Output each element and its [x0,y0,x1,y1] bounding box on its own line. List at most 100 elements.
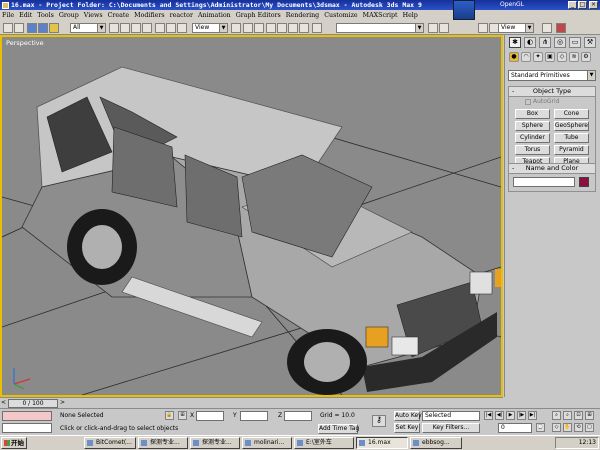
maxscript-input[interactable] [2,423,52,433]
sphere-button[interactable]: Sphere [515,121,550,131]
create-tab-icon[interactable]: ✱ [509,37,521,48]
object-color-swatch[interactable] [579,177,589,187]
key-selection-dropdown[interactable]: Selected [422,411,480,421]
name-and-color-header[interactable]: - Name and Color [509,164,595,174]
maxscript-listener-mini[interactable] [2,411,52,421]
systems-icon[interactable]: ⚙ [581,52,591,62]
select-and-link-icon[interactable] [27,23,37,33]
render-view-dropdown[interactable]: View ▼ [498,23,534,33]
hierarchy-tab-icon[interactable]: ⋔ [539,37,551,48]
geosphere-button[interactable]: GeoSphere [553,121,589,131]
select-manipulate-icon[interactable] [243,23,253,33]
taskbar-item-molinari[interactable]: molinari... [242,437,292,449]
layer-manager-icon[interactable] [478,23,488,33]
display-tab-icon[interactable]: ▭ [569,37,581,48]
time-prev-arrow-icon[interactable]: < [0,399,7,408]
torus-button[interactable]: Torus [515,145,550,155]
reference-coordinate-dropdown[interactable]: View ▼ [192,23,228,33]
mirror-icon[interactable] [428,23,438,33]
space-warps-icon[interactable]: ≋ [569,52,579,62]
autogrid-checkbox[interactable]: AutoGrid [509,97,595,107]
percent-snap-icon[interactable] [288,23,298,33]
z-coordinate-field[interactable] [284,411,312,421]
cameras-icon[interactable]: ▣ [545,52,555,62]
lights-icon[interactable]: ✦ [533,52,543,62]
bind-space-warp-icon[interactable] [49,23,59,33]
snaps-toggle-icon[interactable] [266,23,276,33]
edit-named-selections-icon[interactable] [312,23,322,33]
select-and-move-icon[interactable] [155,23,165,33]
time-configuration-icon[interactable]: ⌚ [536,423,545,432]
current-frame-field[interactable]: 0 [498,423,532,433]
menu-edit[interactable]: Edit [19,12,32,19]
taskbar-item-2[interactable]: 探测专业... [190,437,240,449]
menu-rendering[interactable]: Rendering [286,12,319,19]
menu-views[interactable]: Views [84,12,103,19]
previous-frame-icon[interactable]: ◀| [495,411,504,420]
start-button[interactable]: 开始 [1,437,27,449]
add-time-tag-button[interactable]: Add Time Tag [318,424,359,434]
taskbar-item-bitcomet[interactable]: BitComet(... [84,437,136,449]
zoom-extents-all-icon[interactable]: ⊞ [585,411,594,420]
spinner-snap-icon[interactable] [299,23,309,33]
menu-customize[interactable]: Customize [324,12,357,19]
zoom-icon[interactable]: ⌕ [552,411,561,420]
auto-key-button[interactable]: Auto Key [394,411,422,421]
object-name-input[interactable] [513,177,575,187]
menu-animation[interactable]: Animation [198,12,231,19]
zoom-all-icon[interactable]: ⌕ [563,411,572,420]
redo-icon[interactable] [14,23,24,33]
cone-button[interactable]: Cone [553,109,589,119]
selection-filter-dropdown[interactable]: All ▼ [70,23,106,33]
perspective-viewport[interactable]: Perspective [0,35,503,397]
menu-reactor[interactable]: reactor [170,12,193,19]
object-type-header[interactable]: - Object Type [509,87,595,97]
select-and-scale-icon[interactable] [177,23,187,33]
time-next-arrow-icon[interactable]: > [59,399,66,408]
select-object-icon[interactable] [109,23,119,33]
taskbar-item-folder[interactable]: E:\室外车 [294,437,354,449]
tube-button[interactable]: Tube [553,133,589,143]
utilities-tab-icon[interactable]: ⚒ [584,37,596,48]
unlink-icon[interactable] [38,23,48,33]
viewport-label[interactable]: Perspective [6,39,44,47]
taskbar-item-bbs[interactable]: ebbsog... [410,437,462,449]
menu-create[interactable]: Create [108,12,130,19]
select-by-name-icon[interactable] [120,23,130,33]
minimize-button[interactable]: _ [568,1,577,9]
angle-snap-icon[interactable] [277,23,287,33]
field-of-view-icon[interactable]: ◇ [552,423,561,432]
time-slider[interactable]: 0 / 100 [8,399,58,408]
maximize-viewport-icon[interactable]: ▢ [585,423,594,432]
quick-render-icon[interactable] [542,23,552,33]
go-to-start-icon[interactable]: |◀ [484,411,493,420]
absolute-transform-icon[interactable]: ⊞ [178,411,187,420]
taskbar-item-3dsmax[interactable]: 16.max [356,437,408,449]
close-button[interactable]: × [589,1,598,9]
select-and-rotate-icon[interactable] [166,23,176,33]
undo-icon[interactable] [3,23,13,33]
set-key-icon[interactable]: ⚷ [372,415,386,427]
primitive-category-dropdown[interactable]: Standard Primitives ▼ [508,70,596,81]
box-button[interactable]: Box [515,109,550,119]
geometry-icon[interactable]: ● [509,52,519,62]
menu-maxscript[interactable]: MAXScript [363,12,398,19]
motion-tab-icon[interactable]: ◎ [554,37,566,48]
lock-selection-icon[interactable]: 🔒 [165,411,174,420]
pan-view-icon[interactable]: ✋ [563,423,572,432]
window-crossing-icon[interactable] [142,23,152,33]
key-filters-button[interactable]: Key Filters... [422,423,480,433]
arc-rotate-icon[interactable]: ⟲ [574,423,583,432]
render-teapot-icon[interactable] [556,23,566,33]
menu-graph-editors[interactable]: Graph Editors [236,12,281,19]
menu-file[interactable]: File [2,12,14,19]
x-coordinate-field[interactable] [196,411,224,421]
cylinder-button[interactable]: Cylinder [515,133,550,143]
menu-group[interactable]: Group [59,12,79,19]
menu-help[interactable]: Help [403,12,418,19]
play-icon[interactable]: ▶ [506,411,515,420]
set-key-button[interactable]: Set Key [394,423,420,433]
menu-tools[interactable]: Tools [37,12,54,19]
pyramid-button[interactable]: Pyramid [553,145,589,155]
taskbar-item-1[interactable]: 探测专业... [138,437,188,449]
